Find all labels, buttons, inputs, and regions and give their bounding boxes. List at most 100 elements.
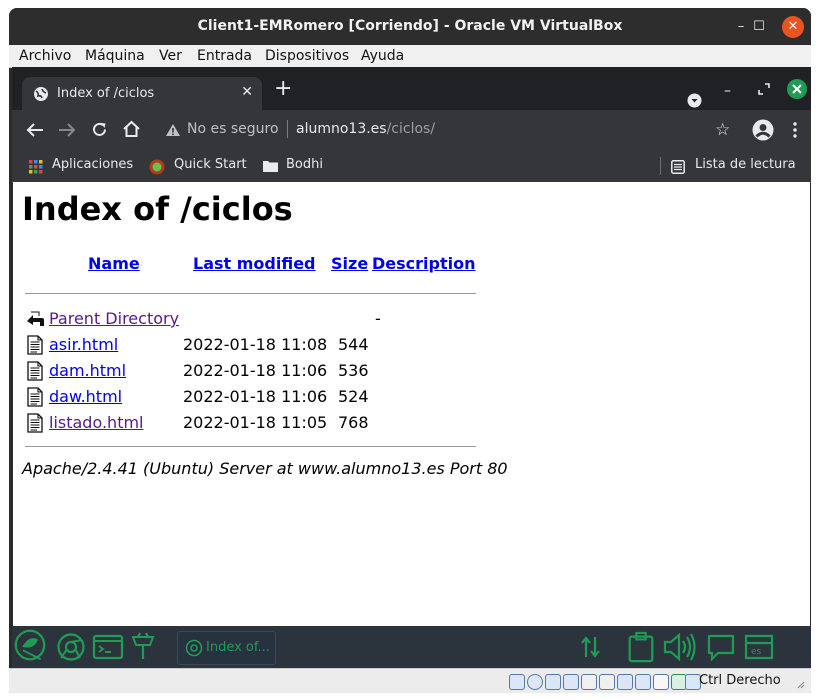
file-icon <box>27 387 43 407</box>
menu-archivo[interactable]: Archivo <box>19 48 71 64</box>
browser-toolbar: No es seguro alumno13.es/ciclos/ ☆ <box>12 110 811 150</box>
omnibox-url-host: alumno13.es <box>296 121 387 137</box>
window-title: Client1-EMRomero [Corriendo] - Oracle VM… <box>197 18 623 34</box>
optical-drive-icon[interactable] <box>527 674 543 690</box>
menu-entrada[interactable]: Entrada <box>197 48 252 64</box>
column-header-size[interactable]: Size <box>331 254 368 273</box>
server-signature: Apache/2.4.41 (Ubuntu) Server at www.alu… <box>22 459 508 478</box>
listing-link-daw[interactable]: daw.html <box>49 387 122 406</box>
bookmark-quick-start[interactable]: Quick Start <box>174 157 247 172</box>
omnibox-security-text[interactable]: No es seguro <box>187 121 279 137</box>
tab-close-icon[interactable]: ✕ <box>241 84 253 100</box>
listing-modified: 2022-01-18 11:05 <box>183 413 328 432</box>
bookmarks-bar: Aplicaciones Quick Start Bodhi Lista de … <box>12 150 811 183</box>
folder-icon[interactable] <box>263 160 278 172</box>
browser-minimize-icon[interactable]: – <box>724 81 731 101</box>
host-key-label: Ctrl Derecho <box>699 673 781 688</box>
svg-text:es: es <box>751 647 762 657</box>
listing-link-dam[interactable]: dam.html <box>49 361 126 380</box>
hard-disk-icon[interactable] <box>509 674 525 690</box>
video-capture-icon[interactable] <box>635 674 651 690</box>
bookmark-aplicaciones[interactable]: Aplicaciones <box>52 157 133 172</box>
file-icon <box>27 361 43 381</box>
shared-folders-icon[interactable] <box>599 674 615 690</box>
home-icon[interactable] <box>122 120 141 138</box>
tab-title: Index of /ciclos <box>57 86 155 101</box>
listing-modified: 2022-01-18 11:08 <box>183 335 328 354</box>
more-options-icon[interactable] <box>793 122 797 138</box>
reload-icon[interactable] <box>91 121 108 138</box>
listing-link-asir[interactable]: asir.html <box>49 335 118 354</box>
vbox-statusbar: Ctrl Derecho <box>9 668 811 693</box>
clipboard-icon[interactable] <box>626 631 656 663</box>
apps-grid-icon[interactable] <box>29 160 43 174</box>
terminal-launcher-icon[interactable] <box>92 631 124 663</box>
bookmark-reading-list[interactable]: Lista de lectura <box>695 157 796 172</box>
taskbar-window-label: Index of... <box>206 640 270 655</box>
listing-size: - <box>375 309 381 328</box>
menu-ver[interactable]: Ver <box>159 48 182 64</box>
virtualization-icon[interactable] <box>653 674 669 690</box>
vbox-menubar: Archivo Máquina Ver Entrada Dispositivos… <box>9 45 811 68</box>
listing-size: 768 <box>338 413 369 432</box>
menu-ayuda[interactable]: Ayuda <box>361 48 404 64</box>
close-icon[interactable]: ✕ <box>782 16 804 38</box>
display-icon[interactable] <box>617 674 633 690</box>
bookmark-star-icon[interactable]: ☆ <box>715 120 730 140</box>
listing-link-parent-directory[interactable]: Parent Directory <box>49 309 179 328</box>
back-icon <box>27 311 44 326</box>
globe-icon <box>34 87 48 101</box>
browser-restore-icon[interactable] <box>758 83 770 95</box>
omnibox-url[interactable]: alumno13.es/ciclos/ <box>296 121 435 137</box>
resize-grip-icon[interactable] <box>795 679 805 689</box>
page-content: Index of /ciclos Name Last modified Size… <box>13 182 810 626</box>
reading-list-icon[interactable] <box>671 160 685 174</box>
column-header-last-modified[interactable]: Last modified <box>193 254 316 273</box>
keyboard-layout-icon[interactable]: es <box>743 631 775 663</box>
listing-row: listado.html 2022-01-18 11:05 768 <box>25 412 485 434</box>
listing-row: asir.html 2022-01-18 11:08 544 <box>25 334 485 356</box>
network-transfer-icon[interactable] <box>579 631 603 663</box>
listing-modified: 2022-01-18 11:06 <box>183 387 328 406</box>
network-icon[interactable] <box>563 674 579 690</box>
listing-size: 536 <box>338 361 369 380</box>
menu-dispositivos[interactable]: Dispositivos <box>265 48 349 64</box>
bookmarks-divider <box>660 157 661 175</box>
volume-icon[interactable] <box>662 631 698 663</box>
omnibox-url-path: /ciclos/ <box>386 121 436 137</box>
listing-row: dam.html 2022-01-18 11:06 536 <box>25 360 485 382</box>
bookmark-bodhi[interactable]: Bodhi <box>286 157 323 172</box>
forward-arrow-icon[interactable] <box>58 122 76 138</box>
chrome-launcher-icon[interactable] <box>56 631 86 663</box>
omnibox-divider <box>287 120 288 138</box>
column-header-description[interactable]: Description <box>372 254 475 273</box>
column-header-name[interactable]: Name <box>88 254 140 273</box>
maximize-icon[interactable]: ☐ <box>748 16 770 38</box>
new-tab-button[interactable]: + <box>274 78 292 100</box>
menu-maquina[interactable]: Máquina <box>85 48 145 64</box>
listing-modified: 2022-01-18 11:06 <box>183 361 328 380</box>
warning-icon[interactable] <box>165 123 181 137</box>
bodhi-menu-icon[interactable] <box>12 629 48 661</box>
file-icon <box>27 335 43 355</box>
audio-icon[interactable] <box>545 674 561 690</box>
taskbar-window-index[interactable]: Index of... <box>177 631 276 665</box>
package-manager-icon[interactable] <box>130 631 156 663</box>
browser-close-icon[interactable] <box>787 79 807 99</box>
browser-tabstrip: Index of /ciclos ✕ + – <box>12 67 811 110</box>
notifications-icon[interactable] <box>706 631 736 663</box>
listing-size: 544 <box>338 335 369 354</box>
listing-link-listado[interactable]: listado.html <box>49 413 144 432</box>
header-divider <box>25 293 476 294</box>
usb-icon[interactable] <box>581 674 597 690</box>
footer-divider <box>25 446 476 447</box>
quick-start-icon[interactable] <box>149 159 165 175</box>
tab-index-ciclos[interactable]: Index of /ciclos ✕ <box>22 77 262 110</box>
listing-size: 524 <box>338 387 369 406</box>
profile-avatar-icon[interactable] <box>752 119 774 141</box>
listing-row: daw.html 2022-01-18 11:06 524 <box>25 386 485 408</box>
tab-search-icon[interactable] <box>687 93 702 108</box>
back-arrow-icon[interactable] <box>26 122 44 138</box>
window-titlebar[interactable]: Client1-EMRomero [Corriendo] - Oracle VM… <box>9 8 811 45</box>
virtualbox-window: Client1-EMRomero [Corriendo] - Oracle VM… <box>9 8 811 693</box>
